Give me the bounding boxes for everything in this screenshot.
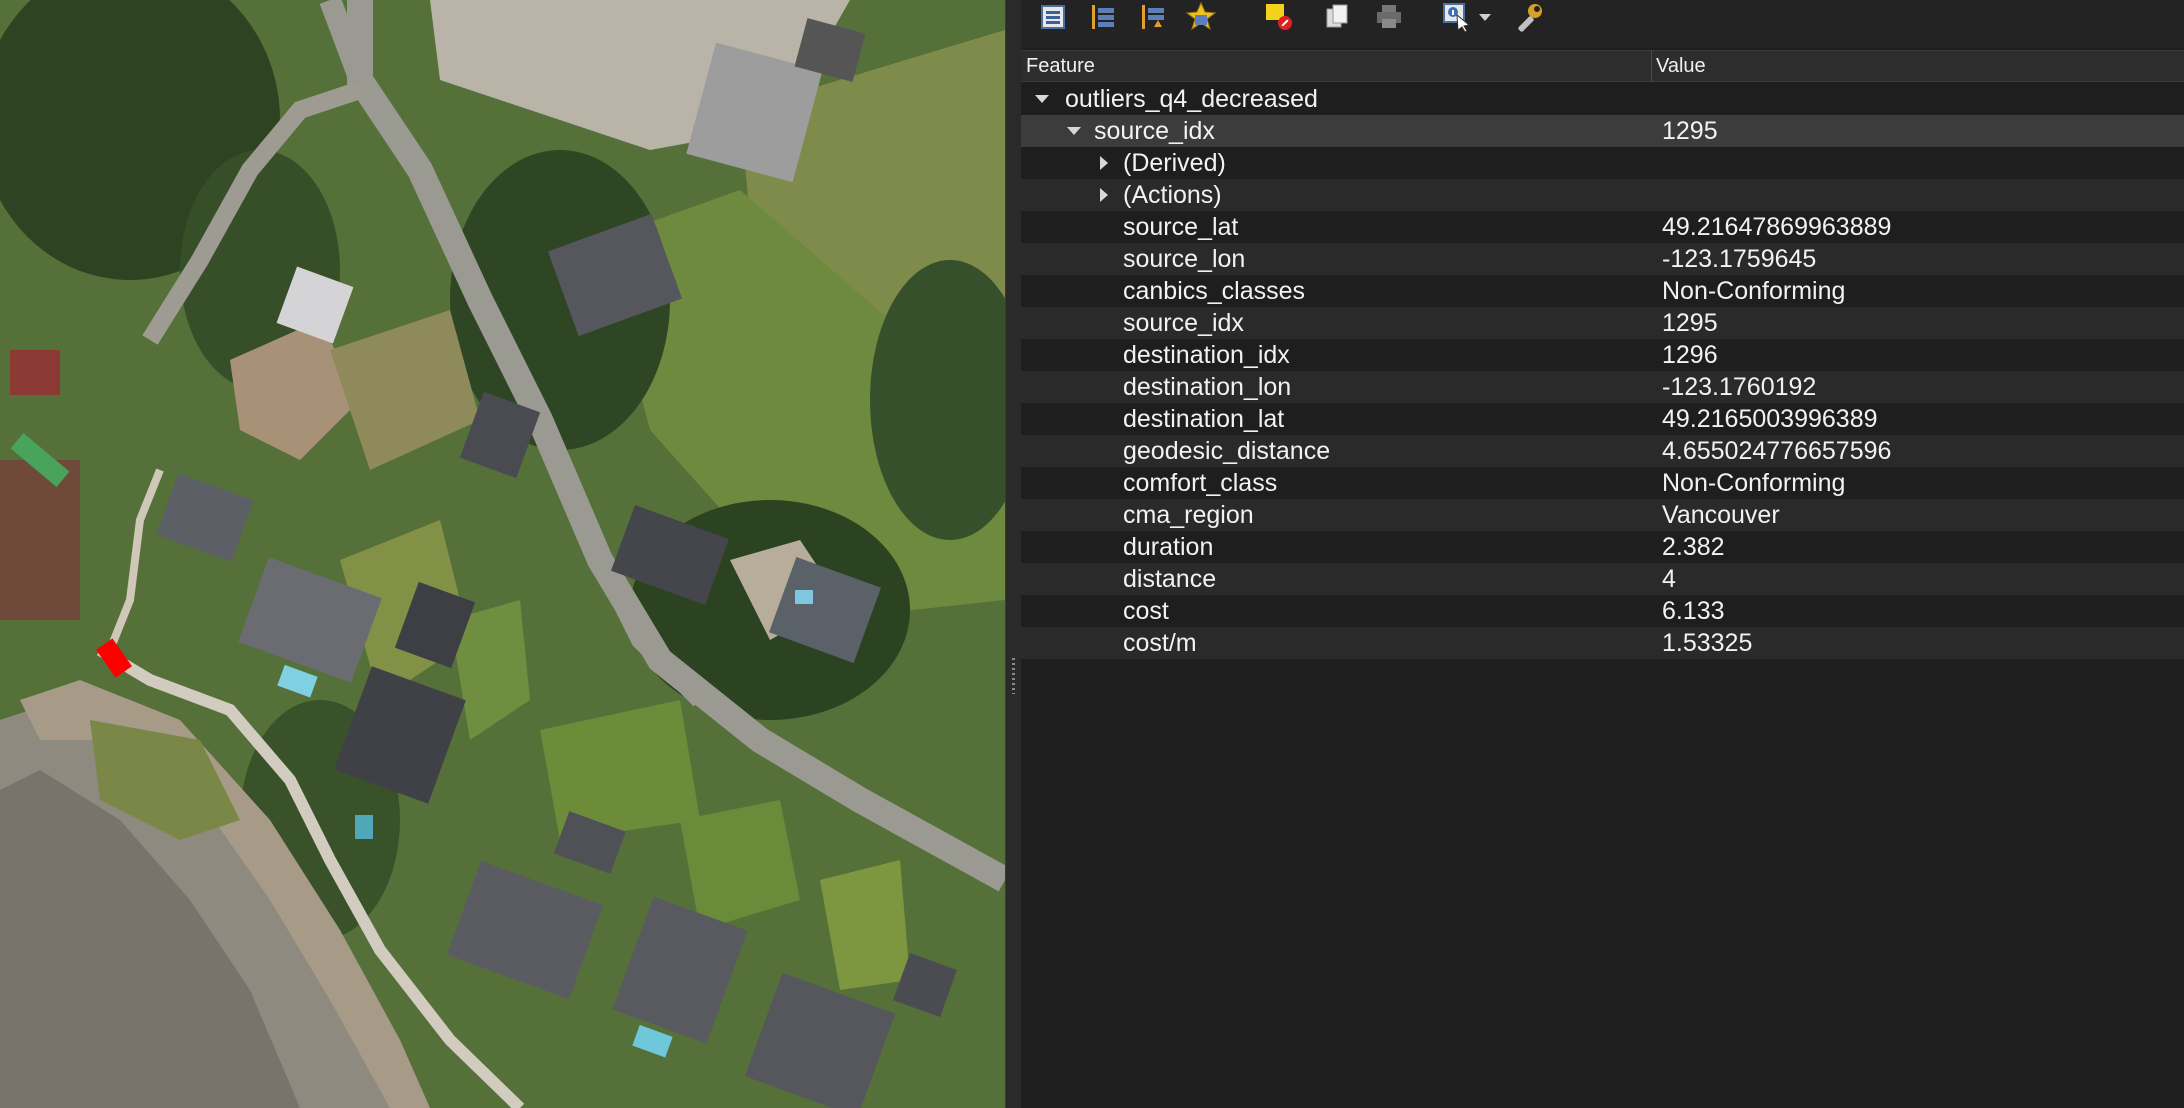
attribute-row[interactable]: destination_lon -123.1760192 [1021,371,2184,403]
dropdown-arrow-icon[interactable] [1473,0,1497,34]
attribute-value: 49.21647869963889 [1662,213,1892,241]
layer-name: outliers_q4_decreased [1065,85,1318,113]
expand-tree-icon[interactable] [1035,0,1071,34]
attribute-key: distance [1123,565,1217,593]
attribute-value: 1295 [1662,309,1718,337]
expand-new-results-icon[interactable] [1135,0,1171,34]
attribute-row[interactable]: destination_idx 1296 [1021,339,2184,371]
attribute-row[interactable]: canbics_classes Non-Conforming [1021,275,2184,307]
attribute-value: 1296 [1662,341,1718,369]
attribute-value: 49.2165003996389 [1662,405,1878,433]
attribute-row[interactable]: source_lon -123.1759645 [1021,243,2184,275]
attribute-key: duration [1123,533,1214,561]
attribute-key: source_idx [1123,309,1244,337]
attribute-row[interactable]: cost/m 1.53325 [1021,627,2184,659]
collapse-arrow-icon[interactable] [1064,115,1084,147]
print-icon[interactable] [1371,0,1407,34]
attribute-key: cost/m [1123,629,1197,657]
highlight-features-icon[interactable] [1183,0,1219,34]
attribute-row[interactable]: cma_region Vancouver [1021,499,2184,531]
splitter-grip-icon[interactable] [1012,658,1015,694]
attribute-key: destination_lon [1123,373,1292,401]
attribute-value: 4.655024776657596 [1662,437,1892,465]
attribute-key: destination_lat [1123,405,1285,433]
attribute-key: source_lon [1123,245,1246,273]
attribute-key: destination_idx [1123,341,1290,369]
identify-toolbar [1021,0,2184,48]
feature-value: 1295 [1662,117,1718,145]
clear-results-icon[interactable] [1261,0,1297,34]
attribute-row[interactable]: destination_lat 49.2165003996389 [1021,403,2184,435]
attribute-value: 1.53325 [1662,629,1753,657]
feature-key: source_idx [1094,117,1215,145]
attribute-row[interactable]: geodesic_distance 4.655024776657596 [1021,435,2184,467]
identify-mode-icon[interactable] [1439,0,1475,34]
group-row-actions[interactable]: (Actions) [1021,179,2184,211]
attribute-row[interactable]: source_idx 1295 [1021,307,2184,339]
attribute-key: geodesic_distance [1123,437,1331,465]
layer-row[interactable]: outliers_q4_decreased [1021,83,2184,115]
satellite-imagery [0,0,1005,1108]
attribute-value: Vancouver [1662,501,1780,529]
attribute-value: 6.133 [1662,597,1725,625]
column-divider[interactable] [1651,51,1652,81]
settings-wrench-icon[interactable] [1511,0,1547,34]
group-row-derived[interactable]: (Derived) [1021,147,2184,179]
results-tree: outliers_q4_decreased source_idx 1295 (D… [1021,83,2184,659]
panel-splitter[interactable] [1005,0,1021,1108]
identify-results-panel: Feature Value outliers_q4_decreased sour… [1021,0,2184,1108]
attribute-key: comfort_class [1123,469,1278,497]
group-label: (Derived) [1123,149,1226,177]
attribute-value: -123.1760192 [1662,373,1817,401]
results-table-header: Feature Value [1021,50,2184,82]
attribute-value: Non-Conforming [1662,277,1846,305]
attribute-row[interactable]: comfort_class Non-Conforming [1021,467,2184,499]
column-header-feature[interactable]: Feature [1026,55,1095,78]
attribute-key: cma_region [1123,501,1254,529]
attribute-row[interactable]: cost 6.133 [1021,595,2184,627]
attribute-value: -123.1759645 [1662,245,1817,273]
group-label: (Actions) [1123,181,1222,209]
map-canvas[interactable] [0,0,1005,1108]
feature-row[interactable]: source_idx 1295 [1021,115,2184,147]
attribute-value: 2.382 [1662,533,1725,561]
attribute-value: Non-Conforming [1662,469,1846,497]
expand-arrow-icon[interactable] [1094,179,1114,211]
attribute-key: canbics_classes [1123,277,1306,305]
attribute-key: source_lat [1123,213,1239,241]
attribute-row[interactable]: source_lat 49.21647869963889 [1021,211,2184,243]
copy-feature-icon[interactable] [1319,0,1355,34]
collapse-tree-icon[interactable] [1085,0,1121,34]
attribute-row[interactable]: distance 4 [1021,563,2184,595]
attribute-value: 4 [1662,565,1676,593]
attribute-row[interactable]: duration 2.382 [1021,531,2184,563]
attribute-key: cost [1123,597,1169,625]
attribute-list: source_lat 49.21647869963889 source_lon -12… [1021,211,2184,659]
column-header-value[interactable]: Value [1656,55,1706,78]
expand-arrow-icon[interactable] [1094,147,1114,179]
collapse-arrow-icon[interactable] [1032,83,1052,115]
